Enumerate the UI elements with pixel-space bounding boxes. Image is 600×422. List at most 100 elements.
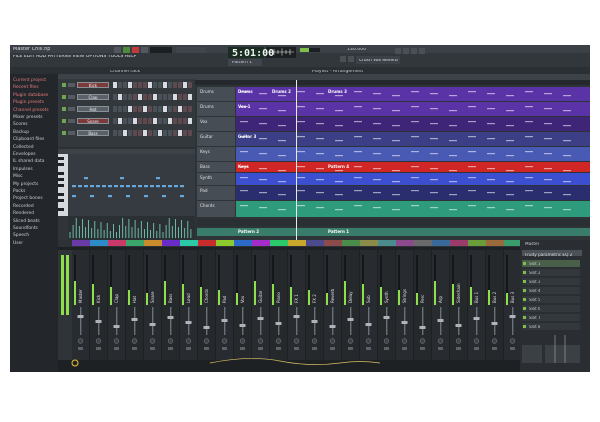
route-button[interactable] — [420, 347, 425, 350]
menu-item-tools[interactable]: TOOLS — [108, 55, 125, 59]
step-button[interactable] — [178, 82, 182, 88]
step-button[interactable] — [128, 130, 132, 136]
mixer-fader-track[interactable] — [422, 307, 424, 335]
step-button[interactable] — [188, 94, 192, 100]
step-button[interactable] — [113, 106, 117, 112]
browser-item[interactable]: Collected — [13, 145, 34, 150]
step-button[interactable] — [143, 118, 147, 124]
velocity-lane[interactable] — [68, 216, 195, 240]
track-lane[interactable] — [236, 186, 590, 200]
route-button[interactable] — [168, 347, 173, 350]
step-button[interactable] — [123, 130, 127, 136]
step-button[interactable] — [173, 82, 177, 88]
mixer-fader[interactable] — [131, 318, 138, 321]
note[interactable] — [114, 185, 118, 188]
pan-knob[interactable] — [167, 338, 174, 344]
step-button[interactable] — [138, 94, 142, 100]
record-button[interactable] — [132, 47, 139, 53]
step-button[interactable] — [123, 82, 127, 88]
pattern-name[interactable]: Pattern 1 — [232, 61, 252, 65]
step-button[interactable] — [168, 130, 172, 136]
note[interactable] — [174, 185, 178, 188]
tempo-display[interactable] — [150, 47, 172, 53]
step-button[interactable] — [173, 106, 177, 112]
route-button[interactable] — [492, 347, 497, 350]
step-button[interactable] — [163, 94, 167, 100]
step-button[interactable] — [138, 82, 142, 88]
mixer-fader-track[interactable] — [296, 307, 298, 335]
pan-knob[interactable] — [383, 338, 390, 344]
note[interactable] — [72, 185, 76, 188]
note[interactable] — [138, 185, 142, 188]
mixer-fader[interactable] — [437, 319, 444, 322]
step-button[interactable] — [113, 94, 117, 100]
step-button[interactable] — [188, 82, 192, 88]
step-button[interactable] — [123, 106, 127, 112]
step-button[interactable] — [128, 82, 132, 88]
step-button[interactable] — [153, 82, 157, 88]
route-button[interactable] — [78, 347, 83, 350]
note[interactable] — [156, 177, 160, 180]
step-button[interactable] — [133, 118, 137, 124]
step-button[interactable] — [153, 106, 157, 112]
browser-item[interactable]: Mixer presets — [13, 115, 43, 120]
pan-knob[interactable] — [491, 338, 498, 344]
mixer-inserted-plugin[interactable]: Fruity parametric EQ 2 — [525, 253, 572, 257]
browser-item[interactable]: Plugin presets — [13, 100, 44, 105]
mixer-fader[interactable] — [275, 322, 282, 325]
pattern-song-toggle[interactable] — [114, 47, 121, 53]
master-strip[interactable] — [58, 250, 72, 360]
note[interactable] — [126, 185, 130, 188]
browser-item[interactable]: Scores — [13, 122, 28, 127]
mixer-fader[interactable] — [347, 318, 354, 321]
route-button[interactable] — [366, 347, 371, 350]
browser-item[interactable]: My projects — [13, 182, 38, 187]
mixer-fader[interactable] — [473, 317, 480, 320]
route-button[interactable] — [312, 347, 317, 350]
mixer-fader[interactable] — [329, 325, 336, 328]
browser-item[interactable]: Rendered — [13, 211, 34, 216]
preset-name[interactable]: Crush Vox Reverb — [359, 59, 398, 63]
step-button[interactable] — [163, 130, 167, 136]
step-button[interactable] — [168, 106, 172, 112]
step-button[interactable] — [128, 94, 132, 100]
mixer-fader[interactable] — [455, 324, 462, 327]
note[interactable] — [78, 185, 82, 188]
step-button[interactable] — [158, 130, 162, 136]
step-button[interactable] — [183, 106, 187, 112]
track-lane[interactable] — [236, 147, 590, 161]
channel-led[interactable] — [62, 119, 66, 123]
browser-item[interactable]: Backup — [13, 130, 29, 135]
channel-led[interactable] — [62, 107, 66, 111]
slot-led[interactable] — [523, 289, 526, 292]
step-button[interactable] — [133, 130, 137, 136]
mixer-fader[interactable] — [509, 315, 516, 318]
slot-led[interactable] — [523, 271, 526, 274]
step-button[interactable] — [128, 106, 132, 112]
browser-item[interactable]: Misc — [13, 174, 23, 179]
route-button[interactable] — [348, 347, 353, 350]
slot-led[interactable] — [523, 307, 526, 310]
mixer-fader-track[interactable] — [170, 307, 172, 335]
step-button[interactable] — [163, 82, 167, 88]
note[interactable] — [108, 185, 112, 188]
step-button[interactable] — [143, 106, 147, 112]
step-button[interactable] — [183, 130, 187, 136]
note[interactable] — [180, 185, 184, 188]
pan-knob[interactable] — [419, 338, 426, 344]
step-button[interactable] — [148, 118, 152, 124]
browser-item[interactable]: IL shared data — [13, 159, 44, 164]
step-button[interactable] — [148, 106, 152, 112]
pan-knob[interactable] — [257, 338, 264, 344]
note[interactable] — [90, 195, 94, 198]
channel-knob[interactable] — [68, 95, 75, 99]
step-button[interactable] — [178, 118, 182, 124]
mixer-fader[interactable] — [239, 324, 246, 327]
browser-item[interactable]: Sliced beats — [13, 219, 40, 224]
menu-item-view[interactable]: VIEW — [72, 55, 85, 59]
channel-button[interactable]: Hat — [77, 106, 109, 112]
note[interactable] — [156, 185, 160, 188]
note[interactable] — [162, 195, 166, 198]
step-button[interactable] — [133, 94, 137, 100]
playhead[interactable] — [296, 80, 297, 240]
